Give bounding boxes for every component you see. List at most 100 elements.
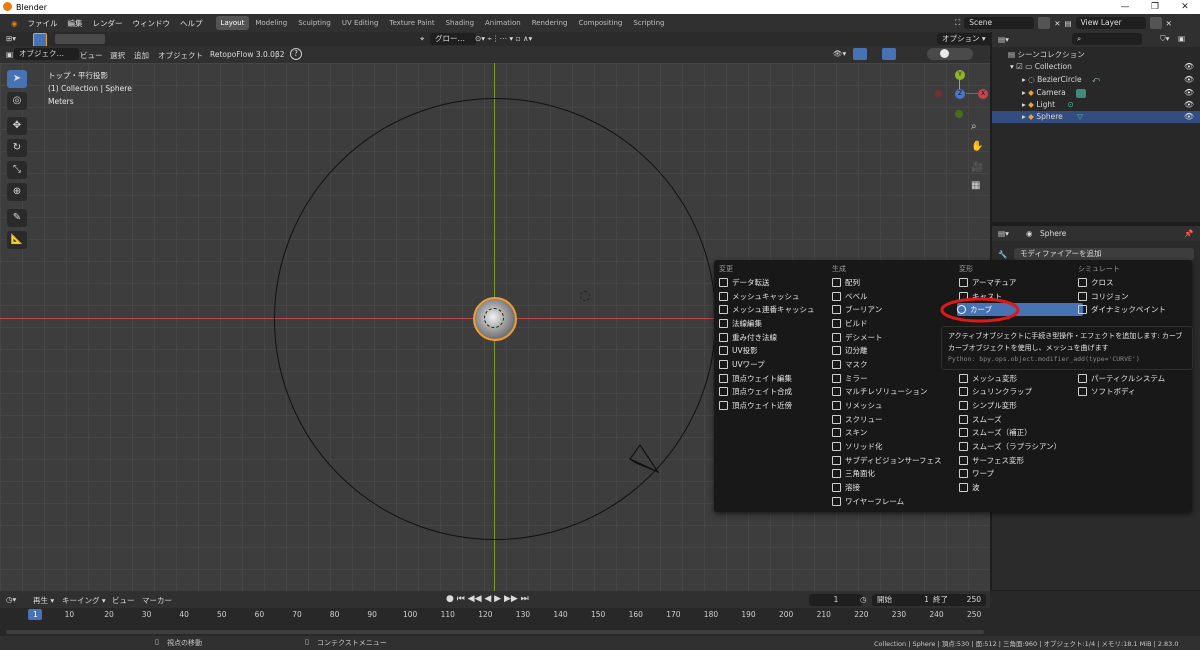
menu-item[interactable]: ブーリアン bbox=[832, 303, 882, 316]
menu-edit[interactable]: 編集 bbox=[63, 18, 88, 29]
menu-item[interactable]: スムーズ（ラプラシアン） bbox=[959, 440, 1061, 453]
menu-item[interactable]: ベベル bbox=[832, 290, 868, 303]
menu-render[interactable]: レンダー bbox=[88, 18, 128, 29]
menu-file[interactable]: ファイル bbox=[23, 18, 63, 29]
solid-shading-icon[interactable] bbox=[940, 49, 949, 58]
menu-item[interactable]: リメッシュ bbox=[832, 399, 883, 412]
timeline-scrollbar[interactable] bbox=[6, 630, 984, 634]
tab-layout[interactable]: Layout bbox=[215, 16, 250, 30]
visibility-eye-icon[interactable]: 👁 bbox=[1184, 61, 1194, 73]
menu-item[interactable]: クロス bbox=[1078, 276, 1114, 289]
menu-item[interactable]: スキン bbox=[832, 426, 867, 439]
menu-item[interactable]: 配列 bbox=[832, 276, 860, 289]
pivot-icon[interactable]: ⊙▾ ⌁⋮⋯ ▾ ▫ ∧▾ bbox=[475, 34, 532, 43]
menu-item[interactable]: データ転送 bbox=[719, 276, 770, 289]
tab-modeling[interactable]: Modeling bbox=[250, 16, 292, 30]
menu-item[interactable]: アーマチュア bbox=[959, 276, 1016, 289]
menu-item[interactable]: スムーズ bbox=[959, 413, 1002, 426]
visibility-eye-icon[interactable]: 👁 bbox=[1184, 111, 1194, 123]
menu-item[interactable]: シュリンクラップ bbox=[959, 385, 1032, 398]
light-object-icon[interactable] bbox=[580, 291, 590, 301]
gizmo-y-axis[interactable]: Y bbox=[955, 70, 965, 80]
menu-item[interactable]: ビルド bbox=[832, 317, 868, 330]
playback-menu[interactable]: 再生 ▾ bbox=[33, 595, 54, 606]
outliner-search-input[interactable]: ⌕ bbox=[1072, 33, 1142, 45]
menu-item[interactable]: メッシュキャッシュ bbox=[719, 290, 800, 303]
tab-uv-editing[interactable]: UV Editing bbox=[337, 16, 384, 30]
outliner-item-camera[interactable]: ▸ ◆ Camera 👁 bbox=[992, 87, 1200, 99]
menu-item[interactable]: サーフェス変形 bbox=[959, 454, 1024, 467]
clock-icon[interactable]: ◷ bbox=[860, 595, 867, 604]
overlay-toggle-icon[interactable] bbox=[882, 48, 896, 60]
outliner-item-beziercircle[interactable]: ▸ ◌ BezierCircle ⤺ 👁 bbox=[992, 74, 1200, 86]
visibility-eye-icon[interactable]: 👁 bbox=[1184, 99, 1194, 111]
outliner-item-sphere[interactable]: ▸ ◆ Sphere ▽ 👁 bbox=[992, 111, 1200, 123]
mode-dropdown[interactable]: オブジェク… bbox=[14, 48, 79, 60]
menu-item[interactable]: メッシュ連番キャッシュ bbox=[719, 303, 815, 316]
menu-item[interactable]: ワイヤーフレーム bbox=[832, 495, 904, 508]
menu-item[interactable]: 波 bbox=[959, 481, 980, 494]
selection-mode-buttons[interactable] bbox=[55, 34, 105, 44]
move-tool-button[interactable]: ✥ bbox=[7, 117, 27, 135]
tab-animation[interactable]: Animation bbox=[480, 16, 526, 30]
menu-item[interactable]: 重み付き法線 bbox=[719, 331, 777, 344]
transform-orientation-icon[interactable]: ⌖ bbox=[420, 34, 424, 44]
scene-icon[interactable]: ⛶ bbox=[955, 18, 960, 28]
menu-select[interactable]: 選択 bbox=[110, 50, 125, 61]
help-icon[interactable]: ? bbox=[290, 48, 302, 60]
close-button[interactable]: ✕ bbox=[1170, 0, 1200, 14]
maximize-button[interactable]: ❐ bbox=[1140, 0, 1170, 14]
menu-item[interactable]: ワープ bbox=[959, 467, 994, 480]
gizmo-neg-y-axis[interactable] bbox=[955, 110, 963, 118]
gizmo-x-axis[interactable]: X bbox=[978, 89, 988, 99]
measure-tool-button[interactable]: 📐 bbox=[7, 231, 27, 249]
outliner-editor-icon[interactable]: ▤▾ bbox=[998, 35, 1009, 44]
scale-tool-button[interactable]: ⤡ bbox=[7, 161, 27, 179]
select-box-tool-icon[interactable] bbox=[33, 33, 47, 47]
zoom-icon[interactable]: ⌕ bbox=[971, 121, 977, 132]
menu-item[interactable]: スクリュー bbox=[832, 413, 883, 426]
pin-icon[interactable]: 📌 bbox=[1184, 229, 1193, 238]
visibility-eye-icon[interactable]: 👁 bbox=[1184, 74, 1194, 86]
menu-item[interactable]: ミラー bbox=[832, 372, 868, 385]
menu-item[interactable]: 辺分離 bbox=[832, 344, 868, 357]
menu-item[interactable]: 三角面化 bbox=[832, 467, 875, 480]
new-scene-button[interactable] bbox=[1038, 17, 1051, 29]
menu-item[interactable]: コリジョン bbox=[1078, 290, 1129, 303]
keying-menu[interactable]: キーイング ▾ bbox=[62, 595, 106, 606]
menu-item[interactable]: ソリッド化 bbox=[832, 440, 883, 453]
menu-object[interactable]: オブジェクト bbox=[158, 50, 203, 61]
menu-item[interactable]: 頂点ウェイト近傍 bbox=[719, 399, 792, 412]
menu-window[interactable]: ウィンドウ bbox=[128, 18, 176, 29]
menu-item[interactable]: パーティクルシステム bbox=[1078, 372, 1165, 385]
properties-editor-icon[interactable]: ▤▾ bbox=[998, 229, 1009, 238]
outliner-collection[interactable]: ▾ ☑ ▭ Collection 👁 bbox=[992, 61, 1200, 73]
timeline-area[interactable]: 1 10 20 30 40 50 60 70 80 90 100 110 120 130 140 150 160… bbox=[0, 608, 990, 636]
minimize-button[interactable]: — bbox=[1110, 0, 1140, 14]
options-dropdown[interactable]: オプション ▾ bbox=[937, 33, 993, 45]
outliner-scene-collection[interactable]: ▤ シーンコレクション bbox=[992, 49, 1200, 61]
modifier-tab-icon[interactable]: 🔧 bbox=[998, 250, 1007, 259]
view-layer-field[interactable]: View Layer bbox=[1075, 17, 1146, 29]
menu-item[interactable]: スムーズ（補正） bbox=[959, 426, 1032, 439]
menu-timeline-view[interactable]: ビュー bbox=[112, 595, 135, 606]
menu-item[interactable]: デシメート bbox=[832, 331, 883, 344]
gizmo-toggle-icon[interactable] bbox=[853, 48, 867, 60]
mode-icon[interactable]: ▣ bbox=[6, 50, 13, 59]
menu-item[interactable]: 頂点ウェイト合成 bbox=[719, 385, 792, 398]
tab-texture-paint[interactable]: Texture Paint bbox=[384, 16, 439, 30]
menu-item[interactable]: UV投影 bbox=[719, 344, 758, 357]
menu-add[interactable]: 追加 bbox=[134, 50, 149, 61]
cursor-tool-button[interactable]: ◎ bbox=[7, 92, 27, 110]
grid-view-icon[interactable]: ▦ bbox=[971, 180, 980, 191]
tab-rendering[interactable]: Rendering bbox=[527, 16, 573, 30]
end-frame-field[interactable]: 終了 250 bbox=[928, 594, 986, 606]
current-frame-field[interactable]: 1 bbox=[809, 594, 863, 606]
pan-hand-icon[interactable]: ✋ bbox=[971, 141, 983, 152]
orientation-dropdown[interactable]: グロー… bbox=[430, 33, 476, 45]
blender-menu-icon[interactable]: ◉ bbox=[6, 19, 23, 28]
timeline-editor-icon[interactable]: ◷▾ bbox=[6, 595, 16, 604]
outliner-item-light[interactable]: ▸ ◆ Light ⊙ 👁 bbox=[992, 99, 1200, 111]
menu-item[interactable]: メッシュ変形 bbox=[959, 372, 1017, 385]
retopoflow-menu[interactable]: RetopoFlow 3.0.0β2 bbox=[210, 50, 285, 59]
